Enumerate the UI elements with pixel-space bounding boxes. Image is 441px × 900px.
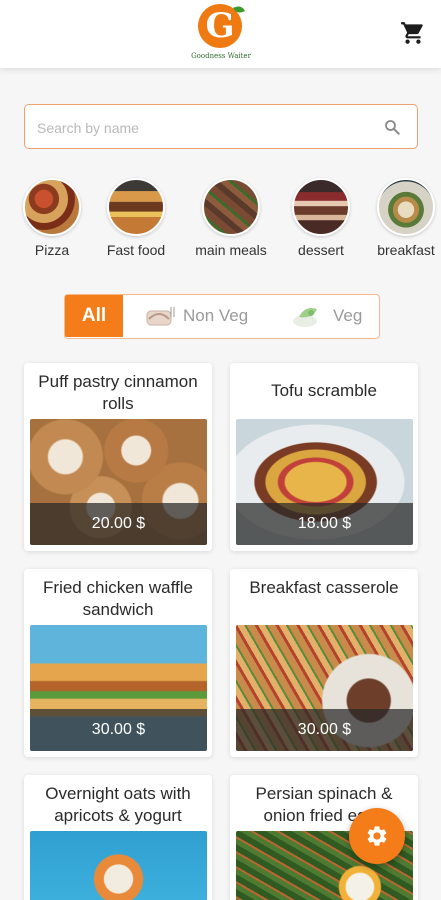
category-main-meals[interactable]: main meals [188, 178, 274, 258]
product-image: 18.00 $ [236, 419, 413, 545]
product-image [30, 831, 207, 900]
product-title: Puff pastry cinnamon rolls [38, 372, 198, 413]
product-title: Tofu scramble [271, 381, 377, 400]
settings-button[interactable] [349, 808, 405, 864]
filter-nonveg-label: Non Veg [183, 306, 249, 325]
product-title: Overnight oats with apricots & yogurt [45, 784, 191, 825]
category-image [292, 178, 350, 236]
category-image [23, 178, 81, 236]
filter-all-tab[interactable]: All [65, 295, 123, 337]
product-image: 30.00 $ [30, 625, 207, 751]
veg-icon [291, 303, 323, 331]
product-title: Fried chicken waffle sandwich [43, 578, 193, 619]
category-fast-food[interactable]: Fast food [93, 178, 179, 258]
category-breakfast[interactable]: breakfast [363, 178, 441, 258]
product-title: Breakfast casserole [249, 578, 399, 597]
search-icon[interactable] [383, 118, 401, 136]
category-label: Fast food [106, 242, 166, 258]
category-label: dessert [298, 242, 344, 258]
search-placeholder: Search by name [37, 120, 139, 136]
diet-filter: All Non Veg Veg [64, 294, 380, 339]
filter-nonveg-tab[interactable]: Non Veg [125, 295, 249, 337]
product-image: 20.00 $ [30, 419, 207, 545]
product-price: 20.00 $ [30, 503, 207, 545]
category-image [202, 178, 260, 236]
app-bar: G Goodness Waiter [0, 0, 441, 68]
category-dessert[interactable]: dessert [278, 178, 364, 258]
brand-logo[interactable]: G Goodness Waiter [190, 4, 252, 64]
filter-veg-tab[interactable]: Veg [251, 295, 379, 337]
logo-text: Goodness Waiter [191, 52, 251, 60]
cart-icon[interactable] [400, 20, 426, 46]
filter-veg-label: Veg [333, 306, 363, 325]
product-price: 30.00 $ [236, 709, 413, 751]
category-label: Pizza [34, 242, 70, 258]
product-card[interactable]: Breakfast casserole 30.00 $ [230, 569, 418, 757]
category-label: breakfast [377, 242, 435, 258]
category-pizza[interactable]: Pizza [9, 178, 95, 258]
product-price: 18.00 $ [236, 503, 413, 545]
category-image [107, 178, 165, 236]
product-image: 30.00 $ [236, 625, 413, 751]
product-price: 30.00 $ [30, 709, 207, 751]
product-card[interactable]: Fried chicken waffle sandwich 30.00 $ [24, 569, 212, 757]
product-card[interactable]: Overnight oats with apricots & yogurt [24, 775, 212, 900]
product-card[interactable]: Puff pastry cinnamon rolls 20.00 $ [24, 363, 212, 551]
non-veg-icon [145, 303, 177, 331]
gear-icon [367, 826, 387, 846]
category-image [377, 178, 435, 236]
product-card[interactable]: Tofu scramble 18.00 $ [230, 363, 418, 551]
category-label: main meals [195, 242, 267, 258]
search-input[interactable]: Search by name [24, 104, 418, 149]
